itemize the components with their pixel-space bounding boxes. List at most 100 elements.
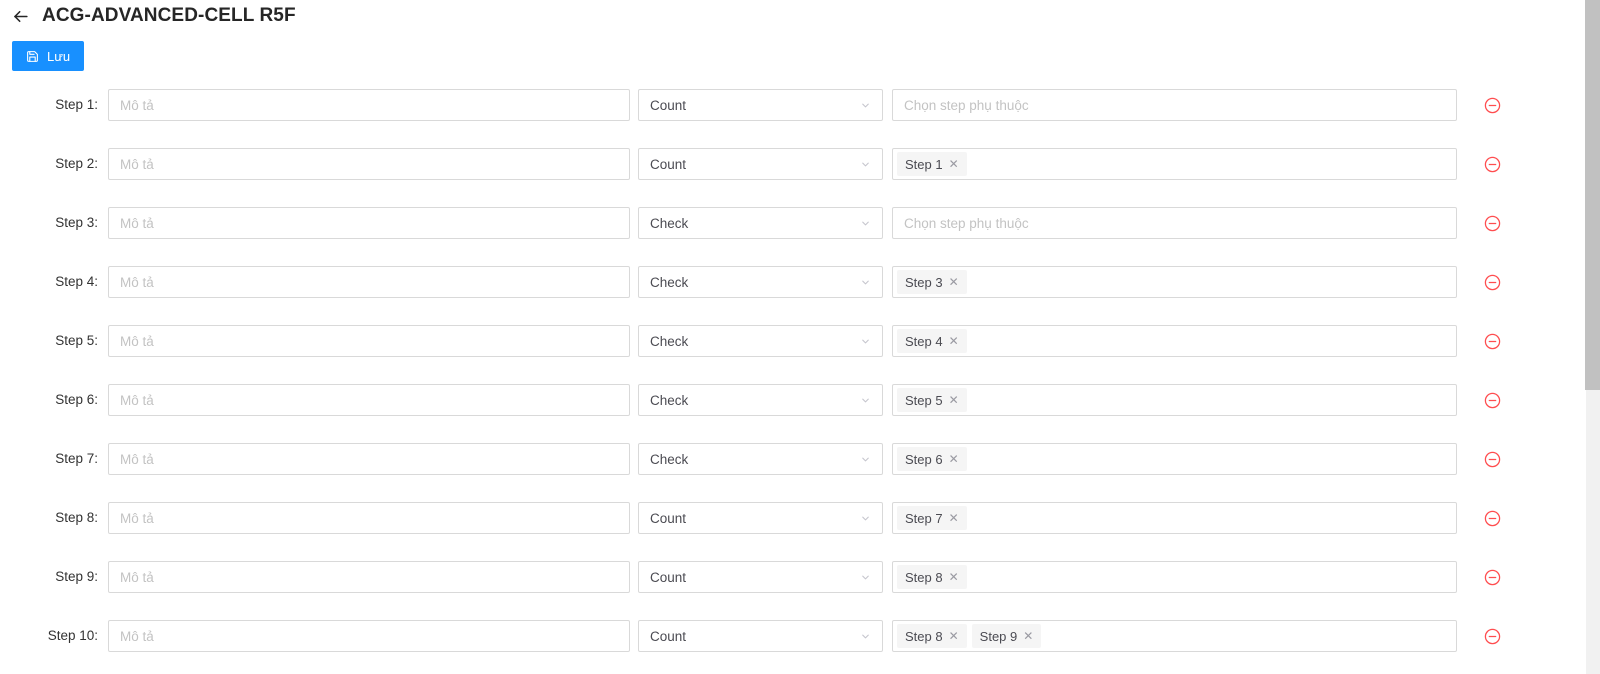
step-description-input[interactable]: Mô tả — [108, 207, 630, 239]
dependency-tag[interactable]: Step 6 ✕ — [897, 447, 967, 471]
step-type-value: Check — [650, 333, 689, 349]
arrow-left-icon[interactable] — [10, 6, 30, 26]
close-icon[interactable]: ✕ — [949, 512, 959, 524]
close-icon[interactable]: ✕ — [949, 158, 959, 170]
toolbar: Lưu — [12, 41, 85, 71]
minus-circle-icon[interactable] — [1482, 272, 1502, 292]
close-icon[interactable]: ✕ — [949, 394, 959, 406]
description-placeholder: Mô tả — [120, 156, 154, 172]
minus-circle-icon[interactable] — [1482, 331, 1502, 351]
dependency-placeholder: Chọn step phụ thuộc — [904, 97, 1029, 113]
step-description-input[interactable]: Mô tả — [108, 266, 630, 298]
description-placeholder: Mô tả — [120, 569, 154, 585]
step-label: Step 4: — [55, 274, 98, 289]
dependency-tag[interactable]: Step 7 ✕ — [897, 506, 967, 530]
step-type-select[interactable]: Count — [638, 89, 883, 121]
step-type-value: Count — [650, 97, 687, 113]
chevron-down-icon — [860, 336, 871, 347]
minus-circle-icon[interactable] — [1482, 95, 1502, 115]
step-description-input[interactable]: Mô tả — [108, 561, 630, 593]
dependency-tag[interactable]: Step 8 ✕ — [897, 624, 967, 648]
page-header: ACG-ADVANCED-CELL R5F — [0, 0, 296, 32]
step-row: Step 6: Mô tả Check Step 5 ✕ — [0, 384, 1560, 443]
step-dependencies-select[interactable]: Step 8 ✕ — [892, 561, 1457, 593]
step-type-value: Check — [650, 215, 689, 231]
step-dependencies-select[interactable]: Step 6 ✕ — [892, 443, 1457, 475]
dependency-tag[interactable]: Step 8 ✕ — [897, 565, 967, 589]
step-dependencies-select[interactable]: Step 5 ✕ — [892, 384, 1457, 416]
description-placeholder: Mô tả — [120, 274, 154, 290]
step-dependencies-select[interactable]: Step 4 ✕ — [892, 325, 1457, 357]
step-dependencies-select[interactable]: Step 3 ✕ — [892, 266, 1457, 298]
step-label: Step 5: — [55, 333, 98, 348]
close-icon[interactable]: ✕ — [949, 453, 959, 465]
step-row: Step 2: Mô tả Count Step 1 ✕ — [0, 148, 1560, 207]
step-type-select[interactable]: Count — [638, 502, 883, 534]
close-icon[interactable]: ✕ — [1023, 630, 1033, 642]
step-label: Step 9: — [55, 569, 98, 584]
step-row: Step 1: Mô tả Count Chọn step phụ thuộc — [0, 89, 1560, 148]
minus-circle-icon[interactable] — [1482, 154, 1502, 174]
minus-circle-icon[interactable] — [1482, 567, 1502, 587]
close-icon[interactable]: ✕ — [949, 276, 959, 288]
dependency-tag-label: Step 4 — [905, 333, 943, 349]
step-type-select[interactable]: Count — [638, 620, 883, 652]
step-dependencies-select[interactable]: Chọn step phụ thuộc — [892, 89, 1457, 121]
chevron-down-icon — [860, 100, 871, 111]
save-icon — [26, 50, 39, 63]
step-description-input[interactable]: Mô tả — [108, 443, 630, 475]
dependency-tag-label: Step 1 — [905, 156, 943, 172]
step-description-input[interactable]: Mô tả — [108, 89, 630, 121]
step-type-select[interactable]: Check — [638, 443, 883, 475]
step-dependencies-select[interactable]: Step 8 ✕ Step 9 ✕ — [892, 620, 1457, 652]
save-button[interactable]: Lưu — [12, 41, 85, 71]
minus-circle-icon[interactable] — [1482, 508, 1502, 528]
step-label: Step 2: — [55, 156, 98, 171]
step-dependencies-select[interactable]: Chọn step phụ thuộc — [892, 207, 1457, 239]
chevron-down-icon — [860, 513, 871, 524]
step-type-select[interactable]: Check — [638, 325, 883, 357]
step-dependencies-select[interactable]: Step 1 ✕ — [892, 148, 1457, 180]
dependency-tag-label: Step 5 — [905, 392, 943, 408]
close-icon[interactable]: ✕ — [949, 571, 959, 583]
step-type-select[interactable]: Count — [638, 148, 883, 180]
step-type-value: Count — [650, 628, 687, 644]
dependency-tag-label: Step 7 — [905, 510, 943, 526]
dependency-tag[interactable]: Step 4 ✕ — [897, 329, 967, 353]
description-placeholder: Mô tả — [120, 628, 154, 644]
step-description-input[interactable]: Mô tả — [108, 148, 630, 180]
close-icon[interactable]: ✕ — [949, 630, 959, 642]
vertical-scrollbar-track[interactable] — [1585, 0, 1600, 674]
step-type-select[interactable]: Check — [638, 384, 883, 416]
step-label: Step 10: — [47, 628, 98, 643]
step-type-value: Count — [650, 510, 687, 526]
step-label: Step 6: — [55, 392, 98, 407]
step-dependencies-select[interactable]: Step 7 ✕ — [892, 502, 1457, 534]
dependency-tag-label: Step 8 — [905, 569, 943, 585]
minus-circle-icon[interactable] — [1482, 213, 1502, 233]
step-type-select[interactable]: Check — [638, 266, 883, 298]
vertical-scrollbar-thumb[interactable] — [1585, 0, 1600, 390]
dependency-placeholder: Chọn step phụ thuộc — [904, 215, 1029, 231]
dependency-tag[interactable]: Step 3 ✕ — [897, 270, 967, 294]
step-type-select[interactable]: Check — [638, 207, 883, 239]
dependency-tag[interactable]: Step 5 ✕ — [897, 388, 967, 412]
step-type-value: Count — [650, 569, 687, 585]
close-icon[interactable]: ✕ — [949, 335, 959, 347]
dependency-tag[interactable]: Step 1 ✕ — [897, 152, 967, 176]
step-type-select[interactable]: Count — [638, 561, 883, 593]
minus-circle-icon[interactable] — [1482, 449, 1502, 469]
step-description-input[interactable]: Mô tả — [108, 502, 630, 534]
minus-circle-icon[interactable] — [1482, 626, 1502, 646]
dependency-tag-label: Step 6 — [905, 451, 943, 467]
step-description-input[interactable]: Mô tả — [108, 620, 630, 652]
page-root: ACG-ADVANCED-CELL R5F Lưu Step 1: Mô tả Co… — [0, 0, 1600, 674]
step-description-input[interactable]: Mô tả — [108, 325, 630, 357]
step-row: Step 7: Mô tả Check Step 6 ✕ — [0, 443, 1560, 502]
chevron-down-icon — [860, 572, 871, 583]
step-row: Step 4: Mô tả Check Step 3 ✕ — [0, 266, 1560, 325]
step-description-input[interactable]: Mô tả — [108, 384, 630, 416]
chevron-down-icon — [860, 159, 871, 170]
dependency-tag[interactable]: Step 9 ✕ — [971, 624, 1042, 648]
minus-circle-icon[interactable] — [1482, 390, 1502, 410]
